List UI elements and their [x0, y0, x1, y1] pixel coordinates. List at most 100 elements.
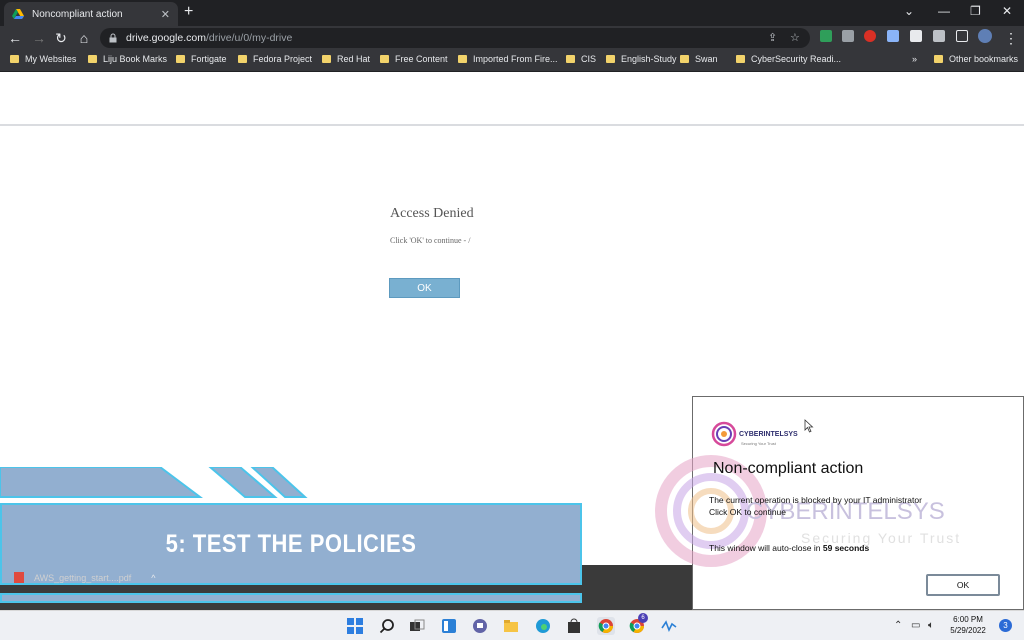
edge-browser-icon[interactable] [534, 617, 552, 635]
network-icon[interactable]: ▭ [911, 620, 920, 631]
access-denied-title: Access Denied [390, 206, 474, 221]
search-icon[interactable] [378, 617, 396, 635]
tab-search-icon[interactable]: ⌄ [904, 4, 914, 18]
reload-icon[interactable]: ↻ [52, 29, 70, 47]
tab-title: Noncompliant action [32, 8, 123, 20]
bookmark-label: Red Hat [337, 54, 371, 64]
folder-icon [736, 55, 745, 63]
volume-icon[interactable]: 🔈︎ [928, 620, 934, 631]
download-filename: AWS_getting_start....pdf [34, 572, 132, 583]
bookmarks-overflow-icon[interactable]: » [912, 54, 917, 64]
folder-icon [380, 55, 389, 63]
dialog-message: The current operation is blocked by your… [709, 495, 922, 505]
folder-icon [88, 55, 97, 63]
taskbar-badge: 6 [638, 613, 648, 623]
restore-icon[interactable]: ❐ [970, 4, 981, 18]
camera-extension-icon[interactable] [842, 30, 854, 42]
side-panel-icon[interactable] [956, 30, 968, 42]
profile-avatar[interactable] [978, 29, 992, 43]
bookmark-label: Fortigate [191, 54, 227, 64]
teams-chat-icon[interactable] [471, 617, 489, 635]
bookmark-item[interactable]: English-Study [606, 54, 677, 64]
chrome-taskbar-icon[interactable] [597, 617, 615, 635]
url-path: /drive/u/0/my-drive [205, 32, 293, 44]
system-clock[interactable]: 6:00 PM 5/29/2022 [948, 614, 988, 636]
google-drive-icon [12, 9, 24, 19]
folder-icon [322, 55, 331, 63]
bookmark-item[interactable]: Red Hat [322, 54, 370, 64]
bookmark-item[interactable]: Fedora Project [238, 54, 312, 64]
access-denied-message: Click 'OK' to continue - / [390, 236, 471, 245]
folder-icon [238, 55, 247, 63]
forward-icon[interactable]: → [30, 29, 48, 47]
brand-tagline: Securing Your Trust [741, 441, 776, 446]
download-chevron-icon[interactable]: ^ [151, 573, 155, 583]
folder-icon [934, 55, 943, 63]
bookmark-label: My Websites [25, 54, 77, 64]
brand-name: CYBERINTELSYS [739, 430, 798, 438]
tray-chevron-icon[interactable]: ⌃ [894, 620, 902, 631]
cloud-extension-icon[interactable] [910, 30, 922, 42]
folder-icon [458, 55, 467, 63]
bookmark-star-icon[interactable]: ☆ [790, 31, 800, 44]
clock-date: 5/29/2022 [950, 626, 986, 635]
download-item[interactable]: AWS_getting_start....pdf ^ [14, 572, 155, 583]
task-view-icon[interactable] [408, 617, 426, 635]
bookmark-item[interactable]: Liju Book Marks [88, 54, 167, 64]
folder-icon [176, 55, 185, 63]
address-bar[interactable]: drive.google.com /drive/u/0/my-drive ⇪ ☆ [100, 28, 810, 48]
page-divider [0, 124, 1024, 126]
folder-icon [566, 55, 575, 63]
bookmark-item[interactable]: Swan [680, 54, 718, 64]
bookmark-label: Imported From Fire... [473, 54, 558, 64]
browser-tab-active[interactable]: Noncompliant action ✕ [4, 2, 178, 26]
tab-close-icon[interactable]: ✕ [161, 8, 170, 21]
bookmark-label: Fedora Project [253, 54, 313, 64]
notification-badge[interactable]: 3 [999, 619, 1012, 632]
bookmarks-bar: My Websites Liju Book Marks Fortigate Fedor… [0, 50, 1024, 72]
lock-icon [109, 33, 117, 43]
minimize-icon[interactable]: — [938, 4, 950, 18]
home-icon[interactable]: ⌂ [75, 29, 93, 47]
dialog-instruction: Click OK to continue [709, 507, 787, 517]
drive-extension-icon[interactable] [820, 30, 832, 42]
bookmark-label: Free Content [395, 54, 448, 64]
browser-toolbar: ← → ↻ ⌂ drive.google.com /drive/u/0/my-d… [0, 26, 1024, 50]
share-icon[interactable]: ⇪ [768, 31, 777, 44]
brand-logo: CYBERINTELSYS Securing Your Trust [711, 421, 798, 447]
dialog-title: Non-compliant action [713, 460, 864, 477]
bookmark-label: Liju Book Marks [103, 54, 168, 64]
new-tab-button[interactable]: + [184, 4, 193, 20]
bookmark-item[interactable]: Free Content [380, 54, 448, 64]
reader-extension-icon[interactable] [887, 30, 899, 42]
bookmark-item[interactable]: Imported From Fire... [458, 54, 558, 64]
chrome-profile-taskbar-icon[interactable]: 6 [628, 613, 648, 635]
widgets-icon[interactable] [440, 617, 458, 635]
page-ok-button[interactable]: OK [389, 278, 460, 298]
clock-time: 6:00 PM [953, 615, 983, 624]
bookmark-item[interactable]: CIS [566, 54, 596, 64]
desktop-screen: Noncompliant action ✕ + ⌄ — ❐ ✕ ← → ↻ ⌂ … [0, 0, 1024, 640]
back-icon[interactable]: ← [6, 29, 24, 47]
window-close-icon[interactable]: ✕ [1002, 4, 1012, 18]
banner-heading: 5: TEST THE POLICIES [165, 529, 417, 558]
pdf-file-icon [14, 572, 24, 583]
file-explorer-icon[interactable] [502, 617, 520, 635]
bookmark-item[interactable]: My Websites [10, 54, 76, 64]
start-button-windows-icon[interactable] [346, 617, 364, 635]
bookmark-label: CyberSecurity Readi... [751, 54, 842, 64]
menu-kebab-icon[interactable]: ⋮ [1002, 29, 1020, 47]
extensions-puzzle-icon[interactable] [933, 30, 945, 42]
store-icon[interactable] [565, 617, 583, 635]
dialog-ok-button[interactable]: OK [926, 574, 1000, 596]
other-bookmarks[interactable]: Other bookmarks [934, 54, 1018, 64]
mouse-cursor-icon [804, 419, 814, 433]
folder-icon [10, 55, 19, 63]
adblock-extension-icon[interactable] [864, 30, 876, 42]
banner-bottom-bar [0, 593, 582, 603]
bookmark-item[interactable]: CyberSecurity Readi... [736, 54, 841, 64]
activity-monitor-icon[interactable] [660, 617, 678, 635]
folder-icon [680, 55, 689, 63]
bookmark-item[interactable]: Fortigate [176, 54, 227, 64]
autoclose-notice: This window will auto-close in 59 second… [709, 543, 869, 553]
